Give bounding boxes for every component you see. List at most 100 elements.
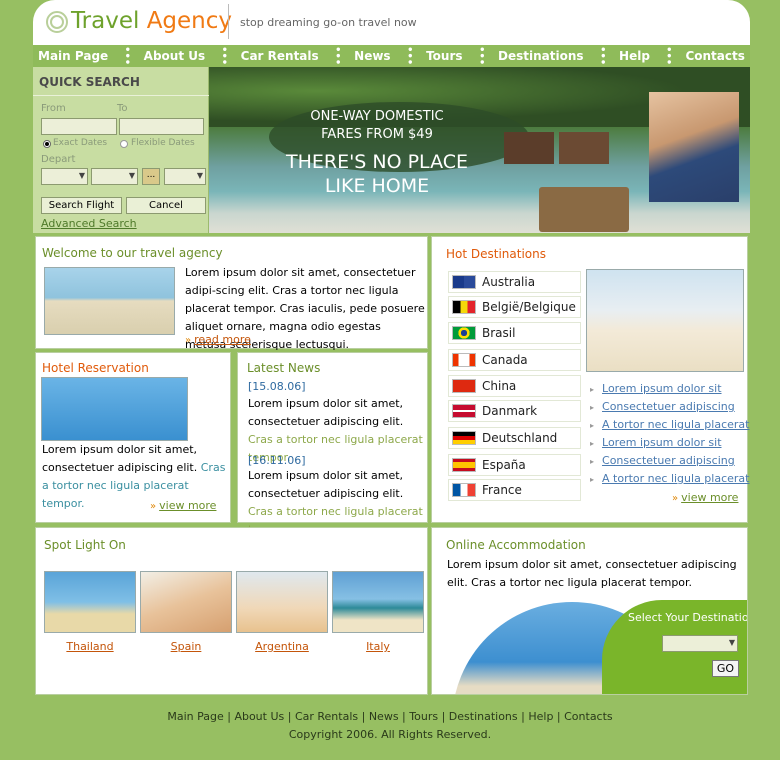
nav-contacts[interactable]: Contacts bbox=[680, 49, 749, 63]
list-item: ▸ Consectetuer adipiscing bbox=[590, 400, 735, 413]
footer-link-car-rentals[interactable]: Car Rentals bbox=[295, 710, 358, 723]
pool-image bbox=[41, 377, 188, 441]
welcome-more: » read more bbox=[185, 333, 251, 346]
go-button[interactable]: GO bbox=[712, 660, 739, 677]
cancel-button[interactable]: Cancel bbox=[126, 197, 206, 214]
country-belgium[interactable]: België/Belgique bbox=[448, 296, 581, 318]
footer-link-contacts[interactable]: Contacts bbox=[564, 710, 613, 723]
country-australia[interactable]: Australia bbox=[448, 271, 581, 293]
nav-about-us[interactable]: About Us bbox=[139, 49, 210, 63]
beach-couple-image bbox=[44, 267, 175, 335]
destination-links: ▸ Lorem ipsum dolor sit ▸ Consectetuer adi… bbox=[590, 382, 750, 490]
select-destination-label: Select Your Destination bbox=[628, 611, 748, 624]
tagline: stop dreaming go-on travel now bbox=[240, 16, 417, 29]
banner-line1: ONE-WAY DOMESTIC bbox=[310, 109, 444, 124]
banner-line2: FARES FROM $49 bbox=[321, 127, 433, 142]
destination-link[interactable]: A tortor nec ligula placerat bbox=[602, 418, 749, 431]
argentina-thumb[interactable] bbox=[236, 571, 328, 633]
spotlight-link-thailand[interactable]: Thailand bbox=[44, 640, 136, 653]
list-item: ▸ Lorem ipsum dolor sit bbox=[590, 436, 722, 449]
banner-line3: THERE'S NO PLACE bbox=[285, 151, 469, 173]
country-canada[interactable]: Canada bbox=[448, 349, 581, 371]
nav-help[interactable]: Help bbox=[614, 49, 655, 63]
spotlight-link-spain[interactable]: Spain bbox=[140, 640, 232, 653]
nav-separator: ••• bbox=[662, 46, 674, 66]
to-field[interactable] bbox=[119, 118, 204, 135]
footer-link-tours[interactable]: Tours bbox=[409, 710, 438, 723]
welcome-box: Welcome to our travel agency Lorem ipsum… bbox=[35, 236, 428, 351]
footer-links: Main Page | About Us | Car Rentals | New… bbox=[167, 710, 613, 723]
list-item: ▸ A tortor nec ligula placerat bbox=[590, 472, 750, 485]
country-france[interactable]: France bbox=[448, 479, 581, 501]
list-item: ▸ Lorem ipsum dolor sit bbox=[590, 382, 722, 395]
footer-link-main-page[interactable]: Main Page bbox=[167, 710, 223, 723]
divider bbox=[33, 95, 209, 96]
spotlight-box: Spot Light On Thailand Spain Argentina I… bbox=[35, 527, 428, 695]
calendar-button[interactable]: ... bbox=[142, 168, 160, 185]
hut-right bbox=[559, 132, 609, 164]
footer-link-destinations[interactable]: Destinations bbox=[449, 710, 518, 723]
spain-thumb[interactable] bbox=[140, 571, 232, 633]
quick-search-panel: QUICK SEARCH From To Exact Dates Flexibl… bbox=[33, 67, 209, 233]
spotlight-link-italy[interactable]: Italy bbox=[332, 640, 424, 653]
site-logo[interactable]: Travel Agency bbox=[71, 6, 232, 36]
view-more-link[interactable]: view more bbox=[159, 499, 216, 512]
search-flight-button[interactable]: Search Flight bbox=[41, 197, 122, 214]
view-more-link[interactable]: view more bbox=[681, 491, 738, 504]
depart-year-select[interactable] bbox=[164, 168, 206, 185]
online-accommodation-box: Online Accommodation Lorem ipsum dolor s… bbox=[431, 527, 748, 695]
hero-banner: ONE-WAY DOMESTIC FARES FROM $49 THERE'S … bbox=[209, 67, 750, 233]
belgium-flag-icon bbox=[452, 300, 476, 314]
nav-separator: ••• bbox=[120, 46, 132, 66]
country-espana[interactable]: España bbox=[448, 454, 581, 476]
footer-link-news[interactable]: News bbox=[369, 710, 399, 723]
country-list: Australia België/Belgique Brasil Canada … bbox=[448, 271, 582, 506]
nav-main-page[interactable]: Main Page bbox=[33, 49, 113, 63]
thailand-thumb[interactable] bbox=[44, 571, 136, 633]
nav-tours[interactable]: Tours bbox=[421, 49, 467, 63]
france-flag-icon bbox=[452, 483, 476, 497]
site-header: Travel Agency stop dreaming go-on travel… bbox=[33, 0, 750, 45]
destination-link[interactable]: Lorem ipsum dolor sit bbox=[602, 382, 722, 395]
hot-destinations-title: Hot Destinations bbox=[446, 247, 546, 261]
country-brasil[interactable]: Brasil bbox=[448, 322, 581, 344]
destination-link[interactable]: Consectetuer adipiscing bbox=[602, 400, 735, 413]
country-deutschland[interactable]: Deutschland bbox=[448, 427, 581, 449]
logo-flower-icon bbox=[46, 11, 68, 33]
italy-thumb[interactable] bbox=[332, 571, 424, 633]
country-danmark[interactable]: Danmark bbox=[448, 400, 581, 422]
footer-link-help[interactable]: Help bbox=[528, 710, 553, 723]
flexible-dates-label: Flexible Dates bbox=[131, 138, 195, 148]
from-field[interactable] bbox=[41, 118, 117, 135]
depart-day-select[interactable] bbox=[91, 168, 138, 185]
online-text: Lorem ipsum dolor sit amet, consectetuer… bbox=[447, 558, 737, 589]
destination-select[interactable] bbox=[662, 635, 738, 652]
news-title: Latest News bbox=[247, 361, 321, 375]
exact-dates-radio[interactable] bbox=[43, 140, 51, 148]
depart-month-select[interactable] bbox=[41, 168, 88, 185]
advanced-search-link[interactable]: Advanced Search bbox=[41, 217, 137, 230]
destination-link[interactable]: A tortor nec ligula placerat bbox=[602, 472, 749, 485]
spotlight-link-argentina[interactable]: Argentina bbox=[236, 640, 328, 653]
exact-dates-label: Exact Dates bbox=[53, 138, 108, 148]
welcome-title: Welcome to our travel agency bbox=[42, 246, 223, 260]
destination-link[interactable]: Consectetuer adipiscing bbox=[602, 454, 735, 467]
destination-link[interactable]: Lorem ipsum dolor sit bbox=[602, 436, 722, 449]
nav-destinations[interactable]: Destinations bbox=[493, 49, 589, 63]
list-item: ▸ Consectetuer adipiscing bbox=[590, 454, 735, 467]
hut-left bbox=[504, 132, 554, 164]
woman-relaxing bbox=[649, 92, 739, 202]
family-beach-image bbox=[586, 269, 744, 372]
raquo-icon: » bbox=[672, 493, 679, 504]
footer: Main Page | About Us | Car Rentals | New… bbox=[0, 708, 780, 744]
nav-car-rentals[interactable]: Car Rentals bbox=[236, 49, 324, 63]
country-china[interactable]: China bbox=[448, 375, 581, 397]
hotel-more: » view more bbox=[150, 499, 216, 512]
nav-separator: ••• bbox=[217, 46, 229, 66]
footer-link-about-us[interactable]: About Us bbox=[234, 710, 284, 723]
read-more-link[interactable]: read more bbox=[194, 333, 251, 346]
nav-news[interactable]: News bbox=[349, 49, 395, 63]
flexible-dates-radio[interactable] bbox=[120, 140, 128, 148]
hotel-box: Hotel Reservation Lorem ipsum dolor sit … bbox=[35, 352, 231, 523]
nav-separator: ••• bbox=[331, 46, 343, 66]
